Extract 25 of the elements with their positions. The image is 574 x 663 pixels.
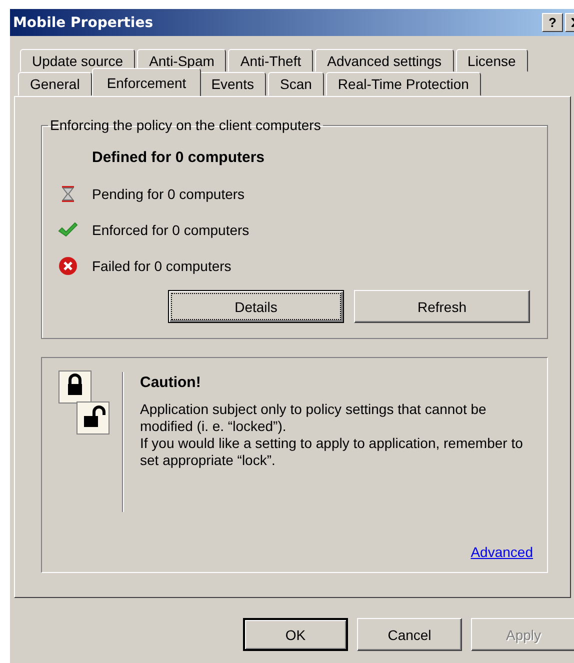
tab[interactable]: Enforcement (92, 68, 202, 96)
ok-button[interactable]: OK (243, 618, 348, 651)
refresh-button[interactable]: Refresh (354, 290, 530, 323)
lock-icon (58, 370, 110, 436)
caution-text: Application subject only to policy settings that cannot be modified (i. e. “locked”). (140, 401, 488, 435)
tab[interactable]: Events (199, 72, 266, 96)
cancel-button[interactable]: Cancel (357, 618, 462, 651)
tab[interactable]: Real-Time Protection (326, 72, 481, 96)
tab[interactable]: Advanced settings (315, 49, 454, 72)
tab[interactable]: General (18, 72, 92, 96)
tab[interactable]: Scan (268, 72, 324, 96)
status-text: Failed for 0 computers (92, 258, 232, 274)
window-title: Mobile Properties (13, 14, 154, 30)
advanced-link[interactable]: Advanced (470, 544, 533, 560)
tab[interactable]: License (456, 49, 528, 72)
group-legend: Enforcing the policy on the client computers (48, 117, 323, 133)
caution-title: Caution! (140, 374, 202, 391)
tab[interactable]: Update source (20, 49, 136, 72)
status-text: Pending for 0 computers (92, 186, 245, 202)
tab[interactable]: Anti-Theft (228, 49, 314, 72)
caution-text: If you would like a setting to apply to application, remember to set appropriate “lock”. (140, 435, 524, 469)
help-button[interactable]: ? (542, 13, 563, 32)
status-text: Enforced for 0 computers (92, 222, 250, 238)
details-button[interactable]: Details (168, 290, 344, 323)
defined-count: Defined for 0 computers (92, 149, 266, 166)
